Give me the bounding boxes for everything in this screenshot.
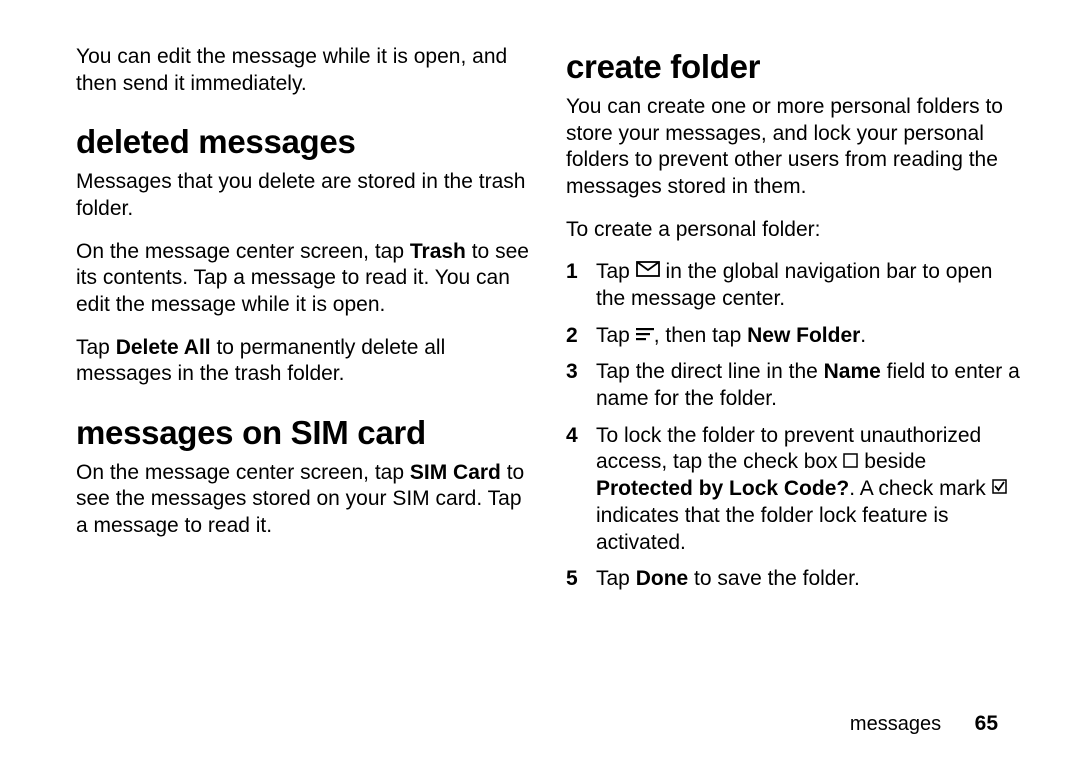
text: Tap the direct line in the: [596, 360, 824, 383]
step-3: Tap the direct line in the Name field to…: [566, 359, 1020, 412]
text: Tap: [596, 567, 636, 590]
footer-section: messages: [850, 713, 941, 735]
footer-page-number: 65: [975, 712, 998, 735]
bold-protected: Protected by Lock Code?: [596, 477, 849, 500]
bold-done: Done: [636, 567, 689, 590]
text: Tap: [76, 336, 116, 359]
step-5: Tap Done to save the folder.: [566, 566, 1020, 593]
checkbox-empty-icon: [843, 449, 858, 476]
steps-list: Tap in the global navigation bar to open…: [566, 259, 1020, 593]
text: . A check mark: [849, 477, 991, 500]
text: , then tap: [654, 324, 747, 347]
text: Tap: [596, 260, 636, 283]
create-para-1: You can create one or more personal fold…: [566, 94, 1020, 201]
sim-para-1: On the message center screen, tap SIM Ca…: [76, 460, 530, 540]
menu-icon: [636, 322, 654, 349]
text: indicates that the folder lock feature i…: [596, 504, 949, 554]
step-1: Tap in the global navigation bar to open…: [566, 259, 1020, 312]
bold-delete-all: Delete All: [116, 336, 211, 359]
text: Tap: [596, 324, 636, 347]
step-4: To lock the folder to prevent unauthoriz…: [566, 423, 1020, 557]
heading-create-folder: create folder: [566, 46, 1020, 88]
text: On the message center screen, tap: [76, 240, 410, 263]
text: On the message center screen, tap: [76, 461, 410, 484]
step-2: Tap , then tap New Folder.: [566, 323, 1020, 350]
text: .: [860, 324, 866, 347]
checkbox-checked-icon: [992, 475, 1007, 502]
heading-sim-card: messages on SIM card: [76, 412, 530, 454]
bold-new-folder: New Folder: [747, 324, 860, 347]
deleted-para-2: On the message center screen, tap Trash …: [76, 239, 530, 319]
envelope-icon: [636, 258, 660, 285]
page-content: You can edit the message while it is ope…: [0, 0, 1080, 680]
left-column: You can edit the message while it is ope…: [76, 44, 530, 660]
bold-name: Name: [824, 360, 881, 383]
heading-deleted-messages: deleted messages: [76, 121, 530, 163]
create-para-2: To create a personal folder:: [566, 217, 1020, 244]
bold-trash: Trash: [410, 240, 466, 263]
text: beside: [858, 450, 926, 473]
deleted-para-3: Tap Delete All to permanently delete all…: [76, 335, 530, 388]
bold-sim-card: SIM Card: [410, 461, 501, 484]
intro-paragraph: You can edit the message while it is ope…: [76, 44, 530, 97]
page-footer: messages 65: [850, 712, 998, 736]
right-column: create folder You can create one or more…: [566, 44, 1020, 660]
text: to save the folder.: [688, 567, 860, 590]
deleted-para-1: Messages that you delete are stored in t…: [76, 169, 530, 222]
